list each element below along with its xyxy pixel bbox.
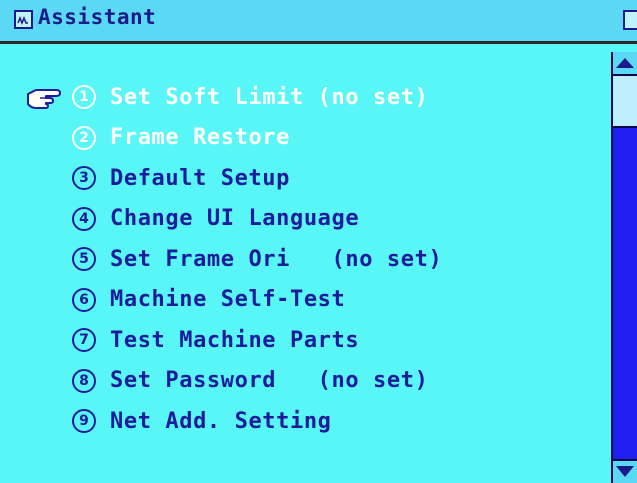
menu-item[interactable]: 7 Test Machine Parts: [72, 323, 359, 357]
menu-item[interactable]: 6 Machine Self-Test: [72, 283, 345, 317]
menu-item-label: Net Add. Setting: [110, 408, 332, 434]
menu-item-number: 7: [72, 328, 96, 352]
menu-item-number: 5: [72, 247, 96, 271]
menu-item[interactable]: 2 Frame Restore: [72, 121, 290, 155]
title-bar: Assistant: [0, 0, 637, 44]
menu-item-number: 4: [72, 206, 96, 231]
scroll-down-button[interactable]: [613, 459, 637, 483]
menu-item-number: 8: [72, 368, 96, 393]
menu-item-number: 9: [72, 409, 96, 433]
arrow-down-icon: [616, 466, 634, 477]
menu-item[interactable]: 1 Set Soft Limit (no set): [72, 80, 428, 114]
menu-item-label: Default Setup: [110, 165, 290, 191]
menu-item[interactable]: 5 Set Frame Ori (no set): [72, 242, 442, 276]
menu-item-number: 1: [72, 85, 96, 109]
menu-item-label: Set Password (no set): [110, 368, 429, 393]
chart-window-icon: [14, 10, 33, 29]
document-icon[interactable]: [623, 10, 637, 30]
menu-item-label: Change UI Language: [110, 206, 360, 231]
menu-item[interactable]: 4 Change UI Language: [72, 202, 359, 236]
scroll-up-button[interactable]: [613, 52, 637, 76]
menu-item-label: Set Frame Ori (no set): [110, 246, 443, 272]
menu-item-number: 2: [72, 125, 96, 150]
menu-item-label: Test Machine Parts: [110, 327, 360, 353]
scrollbar[interactable]: [611, 52, 637, 483]
window-title: Assistant: [38, 5, 157, 29]
menu-item[interactable]: 9 Net Add. Setting: [72, 404, 332, 438]
menu-item[interactable]: 3 Default Setup: [72, 161, 290, 195]
menu-item-number: 3: [72, 166, 96, 190]
menu-item-label: Frame Restore: [110, 125, 290, 150]
menu-item-label: Set Soft Limit (no set): [110, 84, 429, 110]
assistant-screen: Assistant 1 Set Soft Limit (no set) 2 Frame…: [0, 0, 637, 483]
menu-item[interactable]: 8 Set Password (no set): [72, 364, 428, 398]
assistant-menu: 1 Set Soft Limit (no set) 2 Frame Restore 3 D…: [0, 44, 608, 483]
menu-item-number: 6: [72, 287, 96, 312]
scroll-thumb[interactable]: [613, 76, 637, 128]
arrow-up-icon: [616, 58, 634, 68]
menu-item-label: Machine Self-Test: [110, 287, 346, 312]
pointing-hand-icon: [27, 89, 61, 109]
